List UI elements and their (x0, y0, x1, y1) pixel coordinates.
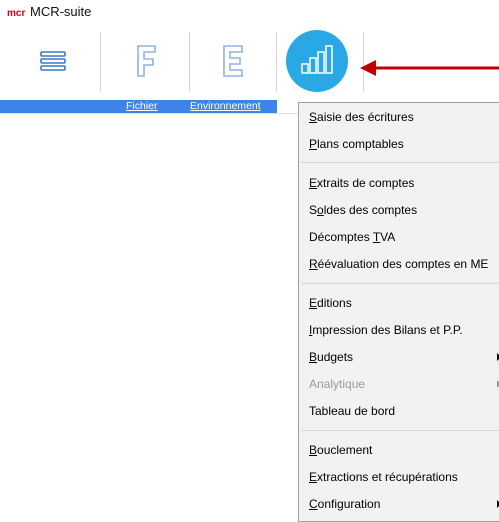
menu-separator (301, 430, 499, 431)
menu-separator (301, 283, 499, 284)
title-bar: mcr MCR-suite (0, 0, 499, 24)
menu-separator (301, 162, 499, 163)
letter-e-icon (223, 45, 243, 77)
app-logo-icon: mcr (7, 8, 25, 18)
menu-item-impression-bilans[interactable]: Impression des Bilans et P.P. (309, 320, 463, 340)
comptabilite-button[interactable] (277, 24, 363, 100)
menu-item-extraits-comptes[interactable]: Extraits de comptes (309, 173, 414, 193)
menu-item-tableau-de-bord[interactable]: Tableau de bord (309, 401, 395, 421)
menu-item-analytique: Analytique (309, 377, 366, 391)
menu-item-configuration[interactable]: Configuration (309, 494, 380, 514)
letter-f-icon (137, 45, 156, 77)
menu-item-plans-comptables[interactable]: Plans comptables (309, 134, 404, 154)
app-title: MCR-suite (30, 4, 92, 19)
fichier-label[interactable]: Fichier (126, 100, 158, 113)
menu-item-saisie-ecritures[interactable]: Saisie des écritures (309, 107, 414, 127)
bar-chart-icon (286, 30, 348, 92)
toolbar-label-strip: Fichier Environnement (0, 100, 277, 113)
fichier-button[interactable] (101, 24, 189, 100)
environnement-label[interactable]: Environnement (190, 100, 261, 113)
hamburger-menu-icon (40, 51, 66, 71)
menu-item-budgets[interactable]: Budgets (309, 347, 353, 367)
svg-text:mcr: mcr (7, 8, 25, 18)
menu-item-reevaluation-comptes[interactable]: Réévaluation des comptes en ME (309, 254, 488, 274)
menu-item-soldes-comptes[interactable]: Soldes des comptes (309, 200, 417, 220)
menu-item-bouclement[interactable]: Bouclement (309, 440, 372, 460)
comptabilite-dropdown-menu: Saisie des écritures Plans comptables Ex… (298, 102, 499, 522)
main-menu-button[interactable] (0, 24, 100, 100)
menu-item-editions[interactable]: Editions (309, 293, 352, 313)
pointer-arrow-icon (360, 60, 499, 76)
environnement-button[interactable] (190, 24, 276, 100)
menu-item-extractions-recuperations[interactable]: Extractions et récupérations (309, 467, 458, 487)
menu-item-decomptes-tva[interactable]: Décomptes TVA (309, 227, 395, 247)
